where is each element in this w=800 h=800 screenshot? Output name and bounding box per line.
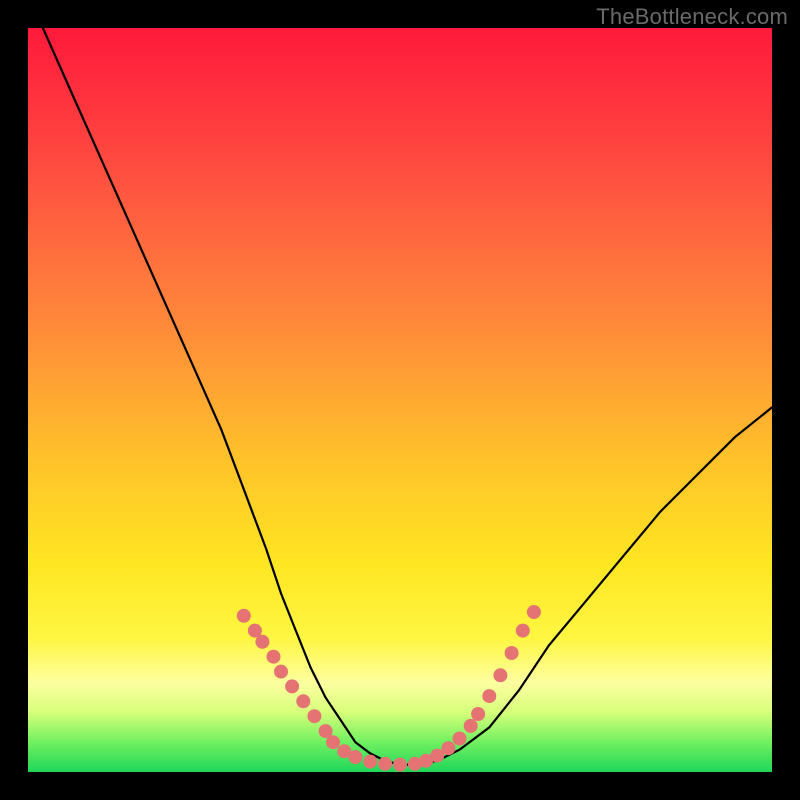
data-marker — [285, 679, 299, 693]
data-marker — [527, 605, 541, 619]
chart-svg — [28, 28, 772, 772]
outer-frame: TheBottleneck.com — [0, 0, 800, 800]
data-marker — [237, 609, 251, 623]
marker-group — [237, 605, 541, 772]
bottleneck-curve — [43, 28, 772, 765]
watermark-text: TheBottleneck.com — [596, 4, 788, 30]
data-marker — [393, 758, 407, 772]
data-marker — [441, 741, 455, 755]
data-marker — [471, 707, 485, 721]
data-marker — [296, 694, 310, 708]
data-marker — [326, 735, 340, 749]
data-marker — [307, 709, 321, 723]
data-marker — [267, 650, 281, 664]
plot-area — [28, 28, 772, 772]
data-marker — [348, 750, 362, 764]
data-marker — [516, 624, 530, 638]
data-marker — [363, 755, 377, 769]
data-marker — [274, 665, 288, 679]
data-marker — [493, 668, 507, 682]
data-marker — [482, 689, 496, 703]
data-marker — [255, 635, 269, 649]
data-marker — [453, 732, 467, 746]
data-marker — [464, 719, 478, 733]
data-marker — [505, 646, 519, 660]
data-marker — [378, 757, 392, 771]
